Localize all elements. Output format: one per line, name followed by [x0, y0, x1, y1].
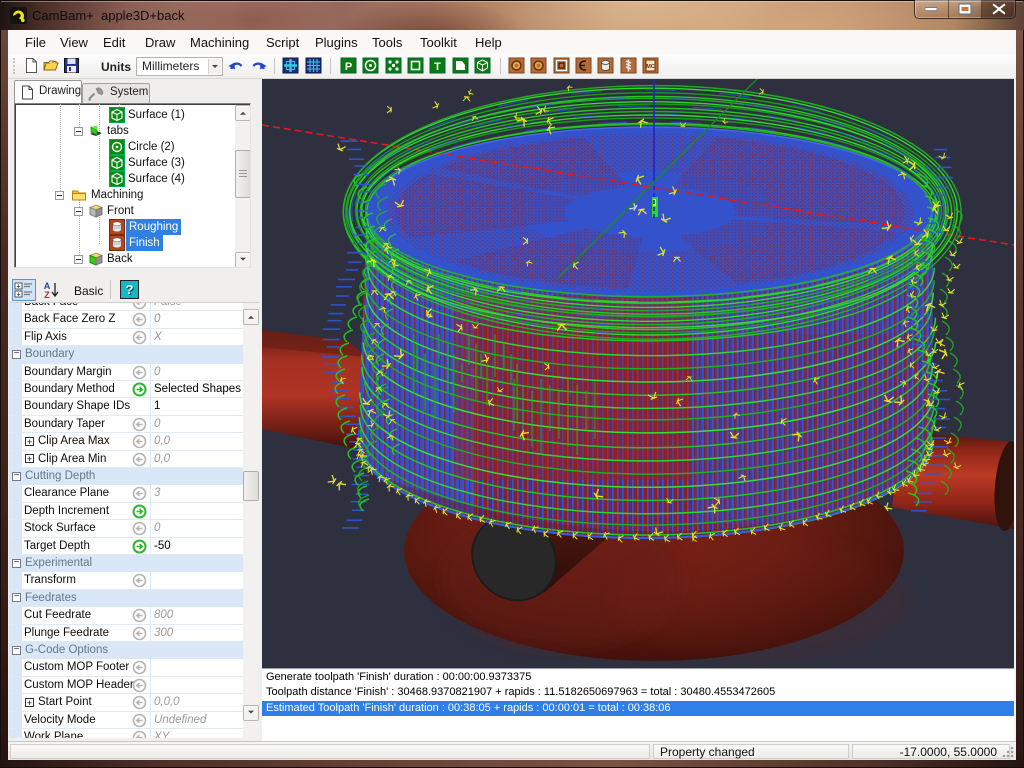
- svg-text:P: P: [345, 61, 352, 73]
- svg-text:+: +: [16, 292, 20, 299]
- svg-text:MC: MC: [646, 64, 655, 70]
- svg-text:Z: Z: [44, 290, 50, 300]
- svg-text:T: T: [434, 61, 441, 73]
- svg-text:+: +: [16, 284, 20, 291]
